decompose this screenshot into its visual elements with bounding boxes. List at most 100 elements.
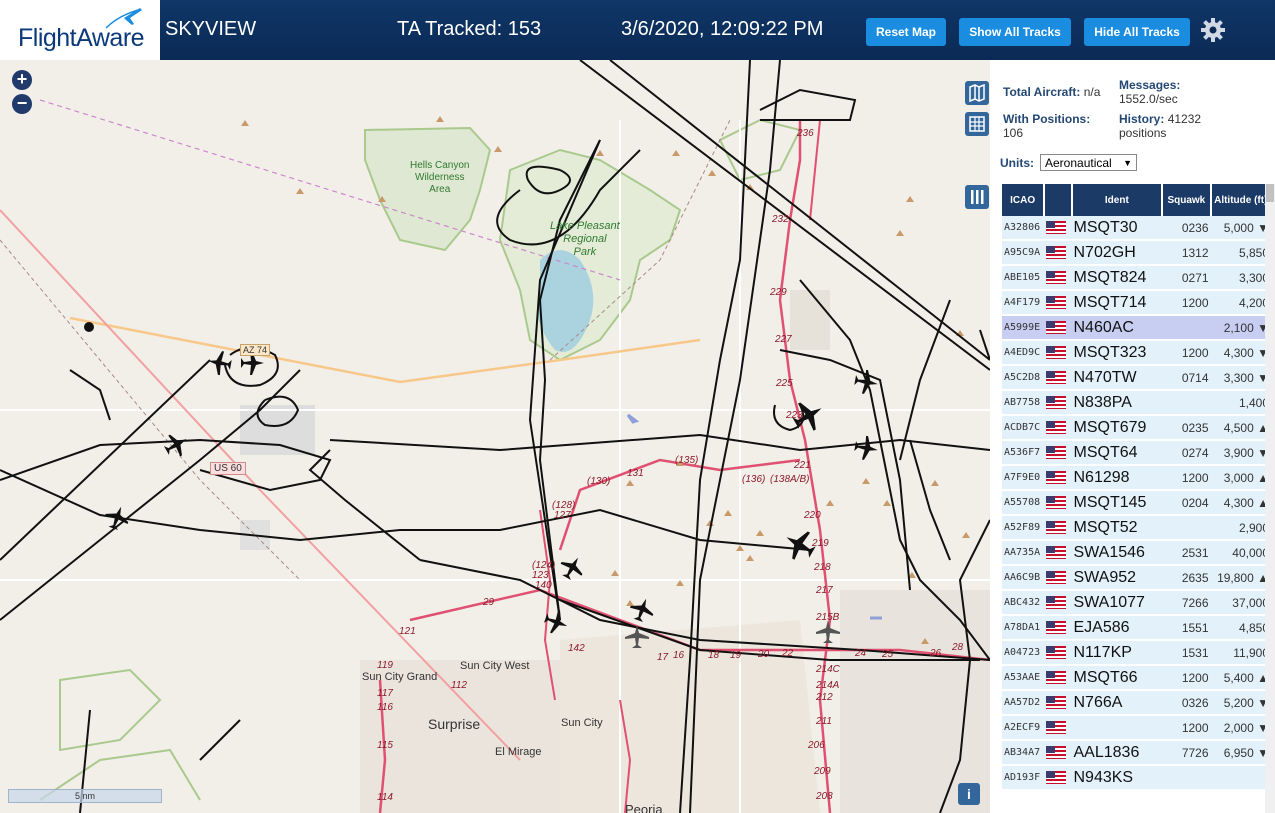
cell-squawk: 1551 bbox=[1162, 615, 1211, 641]
label-sun-city-grand: Sun City Grand bbox=[362, 671, 438, 683]
table-row[interactable]: A5999E N460AC 2,100 ▼ bbox=[1002, 315, 1271, 341]
table-row[interactable]: A52F89 MSQT52 2,900 bbox=[1002, 515, 1271, 541]
cell-icao: A53AAE bbox=[1002, 665, 1045, 691]
total-aircraft-stat: Total Aircraft: n/a bbox=[1003, 85, 1100, 99]
units-label: Units: bbox=[1000, 156, 1034, 170]
table-row[interactable]: A04723 N117KP 1531 11,900 bbox=[1002, 640, 1271, 666]
show-all-tracks-button[interactable]: Show All Tracks bbox=[959, 18, 1071, 46]
cell-icao: ABC432 bbox=[1002, 590, 1045, 616]
us-flag-icon bbox=[1046, 670, 1067, 684]
cell-icao: A78DA1 bbox=[1002, 615, 1045, 641]
table-row[interactable]: ABC432 SWA1077 7266 37,000 bbox=[1002, 590, 1271, 616]
map-layers-icon[interactable] bbox=[965, 81, 989, 105]
hide-all-tracks-button[interactable]: Hide All Tracks bbox=[1084, 18, 1190, 46]
aircraft-table: ICAO Ident Squawk Altitude (ft) A32806 MS… bbox=[1002, 184, 1273, 791]
table-row[interactable]: AA57D2 N766A 0326 5,200 ▼ bbox=[1002, 690, 1271, 716]
cell-flag bbox=[1044, 715, 1072, 741]
table-row[interactable]: A95C9A N702GH 1312 5,850 bbox=[1002, 240, 1271, 266]
us-flag-icon bbox=[1046, 620, 1067, 634]
table-row[interactable]: AA735A SWA1546 2531 40,000 bbox=[1002, 540, 1271, 566]
flightaware-logo[interactable]: FlightAware bbox=[0, 0, 160, 60]
zoom-in-button[interactable]: + bbox=[12, 70, 32, 90]
route-number: 18 bbox=[708, 650, 720, 661]
cell-flag bbox=[1044, 365, 1072, 391]
cell-squawk: 2531 bbox=[1162, 540, 1211, 566]
cell-icao: A04723 bbox=[1002, 640, 1045, 666]
label-peoria: Peoria bbox=[625, 802, 663, 813]
route-number: 206 bbox=[808, 740, 825, 751]
table-row[interactable]: A536F7 MSQT64 0274 3,900 ▼ bbox=[1002, 440, 1271, 466]
cell-icao: A5C2D8 bbox=[1002, 365, 1045, 391]
us-flag-icon bbox=[1046, 770, 1067, 784]
current-datetime: 3/6/2020, 12:09:22 PM bbox=[621, 18, 824, 40]
cell-ident: MSQT66 bbox=[1071, 665, 1163, 691]
tracked-count: TA Tracked: 153 bbox=[397, 18, 542, 40]
units-select[interactable]: Aeronautical ▼ bbox=[1040, 154, 1137, 171]
table-row[interactable]: ACDB7C MSQT679 0235 4,500 ▲ bbox=[1002, 415, 1271, 441]
map-view[interactable]: Hells Canyon Wilderness Area Lake Pleasa… bbox=[0, 60, 990, 813]
us-flag-icon bbox=[1046, 395, 1067, 409]
top-header: FlightAware SKYVIEW TA Tracked: 153 3/6/… bbox=[0, 0, 1275, 60]
cell-squawk: 0326 bbox=[1162, 690, 1211, 716]
route-number: 212 bbox=[816, 692, 833, 703]
table-row[interactable]: AB7758 N838PA 1,400 bbox=[1002, 390, 1271, 416]
us-flag-icon bbox=[1046, 545, 1067, 559]
cell-flag bbox=[1044, 415, 1072, 441]
table-row[interactable]: A4F179 MSQT714 1200 4,200 bbox=[1002, 290, 1271, 316]
grid-icon[interactable] bbox=[965, 112, 989, 136]
route-number: 209 bbox=[814, 766, 831, 777]
label-surprise: Surprise bbox=[428, 716, 481, 732]
col-flag[interactable] bbox=[1044, 184, 1073, 216]
route-number: (138A/B) bbox=[770, 474, 810, 485]
column-toggle-icon[interactable] bbox=[965, 185, 989, 209]
us-flag-icon bbox=[1046, 420, 1067, 434]
cell-flag bbox=[1044, 440, 1072, 466]
table-scrollbar[interactable] bbox=[1265, 184, 1275, 813]
col-altitude[interactable]: Altitude (ft) bbox=[1210, 184, 1273, 216]
cell-ident: N470TW bbox=[1071, 365, 1163, 391]
scrollbar-thumb[interactable] bbox=[1266, 184, 1274, 202]
cell-ident: MSQT824 bbox=[1071, 265, 1163, 291]
cell-icao: A4ED9C bbox=[1002, 340, 1045, 366]
route-number: 117 bbox=[377, 688, 393, 699]
table-row[interactable]: ABE105 MSQT824 0271 3,300 bbox=[1002, 265, 1271, 291]
col-icao[interactable]: ICAO bbox=[1002, 184, 1046, 216]
label-hells-canyon: Hells Canyon Wilderness Area bbox=[410, 160, 470, 195]
col-squawk[interactable]: Squawk bbox=[1162, 184, 1212, 216]
table-row[interactable]: AD193F N943KS bbox=[1002, 765, 1271, 791]
table-row[interactable]: AA6C9B SWA952 2635 19,800 ▲ bbox=[1002, 565, 1271, 591]
gear-icon[interactable] bbox=[1199, 16, 1227, 44]
cell-squawk bbox=[1162, 765, 1211, 791]
route-number: 17 bbox=[657, 652, 669, 663]
cell-squawk: 0236 bbox=[1162, 216, 1211, 241]
cell-altitude: 4,200 bbox=[1210, 290, 1271, 316]
table-row[interactable]: A4ED9C MSQT323 1200 4,300 ▼ bbox=[1002, 340, 1271, 366]
cell-squawk: 1200 bbox=[1162, 340, 1211, 366]
table-row[interactable]: A78DA1 EJA586 1551 4,850 bbox=[1002, 615, 1271, 641]
zoom-out-button[interactable]: − bbox=[12, 94, 32, 114]
col-ident[interactable]: Ident bbox=[1071, 184, 1164, 216]
table-row[interactable]: A55708 MSQT145 0204 4,300 ▲ bbox=[1002, 490, 1271, 516]
reset-map-button[interactable]: Reset Map bbox=[866, 18, 946, 46]
route-number: 221 bbox=[794, 460, 811, 471]
cell-ident: MSQT145 bbox=[1071, 490, 1163, 516]
cell-ident: SWA952 bbox=[1071, 565, 1163, 591]
table-row[interactable]: AB34A7 AAL1836 7726 6,950 ▼ bbox=[1002, 740, 1271, 766]
history-unit: positions bbox=[1119, 126, 1167, 140]
table-row[interactable]: A5C2D8 N470TW 0714 3,300 ▼ bbox=[1002, 365, 1271, 391]
cell-squawk: 2635 bbox=[1162, 565, 1211, 591]
info-icon[interactable]: i bbox=[958, 783, 980, 805]
route-number: 116 bbox=[377, 702, 393, 713]
map-canvas bbox=[0, 60, 990, 813]
table-row[interactable]: A7F9E0 N61298 1200 3,000 ▲ bbox=[1002, 465, 1271, 491]
cell-altitude: 4,300 ▼ bbox=[1210, 340, 1271, 366]
cell-icao: A55708 bbox=[1002, 490, 1045, 516]
cell-flag bbox=[1044, 390, 1072, 416]
cell-icao: AA735A bbox=[1002, 540, 1045, 566]
table-row[interactable]: A53AAE MSQT66 1200 5,400 ▲ bbox=[1002, 665, 1271, 691]
cell-flag bbox=[1044, 565, 1072, 591]
route-number: 115 bbox=[377, 740, 393, 751]
table-row[interactable]: A32806 MSQT30 0236 5,000 ▼ bbox=[1002, 216, 1271, 241]
table-row[interactable]: A2ECF9 1200 2,000 ▼ bbox=[1002, 715, 1271, 741]
history-value: 41232 bbox=[1167, 112, 1202, 126]
